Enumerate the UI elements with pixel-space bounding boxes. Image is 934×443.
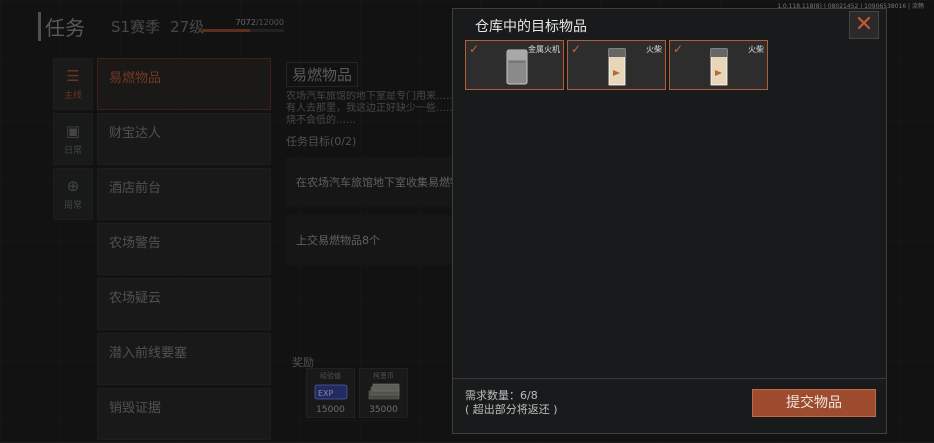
requirement-info: 需求数量：6/8 ( 超出部分将返还 ): [465, 389, 558, 417]
required-count: 需求数量：6/8: [465, 389, 538, 402]
close-button[interactable]: ✕: [849, 11, 879, 39]
matchbox-icon: [710, 48, 728, 86]
submit-items-button[interactable]: 提交物品: [752, 389, 876, 417]
item-slot-matches[interactable]: ✓ 火柴: [669, 40, 768, 90]
modal-footer: 需求数量：6/8 ( 超出部分将返还 ) 提交物品: [453, 378, 886, 433]
check-icon: ✓: [469, 42, 480, 56]
item-name: 金属火机: [528, 45, 560, 54]
item-name: 火柴: [646, 45, 662, 54]
warehouse-modal: 仓库中的目标物品 ✕ ✓ 金属火机 ✓ 火柴 ✓ 火柴 需求数量：6/8 ( 超…: [452, 8, 887, 434]
check-icon: ✓: [673, 42, 684, 56]
item-slot-matches[interactable]: ✓ 火柴: [567, 40, 666, 90]
lighter-icon: [506, 49, 528, 85]
close-icon: ✕: [854, 12, 874, 37]
item-name: 火柴: [748, 45, 764, 54]
matchbox-icon: [608, 48, 626, 86]
item-slot-lighter[interactable]: ✓ 金属火机: [465, 40, 564, 90]
modal-title: 仓库中的目标物品: [475, 19, 587, 35]
return-note: ( 超出部分将返还 ): [465, 403, 558, 416]
check-icon: ✓: [571, 42, 582, 56]
